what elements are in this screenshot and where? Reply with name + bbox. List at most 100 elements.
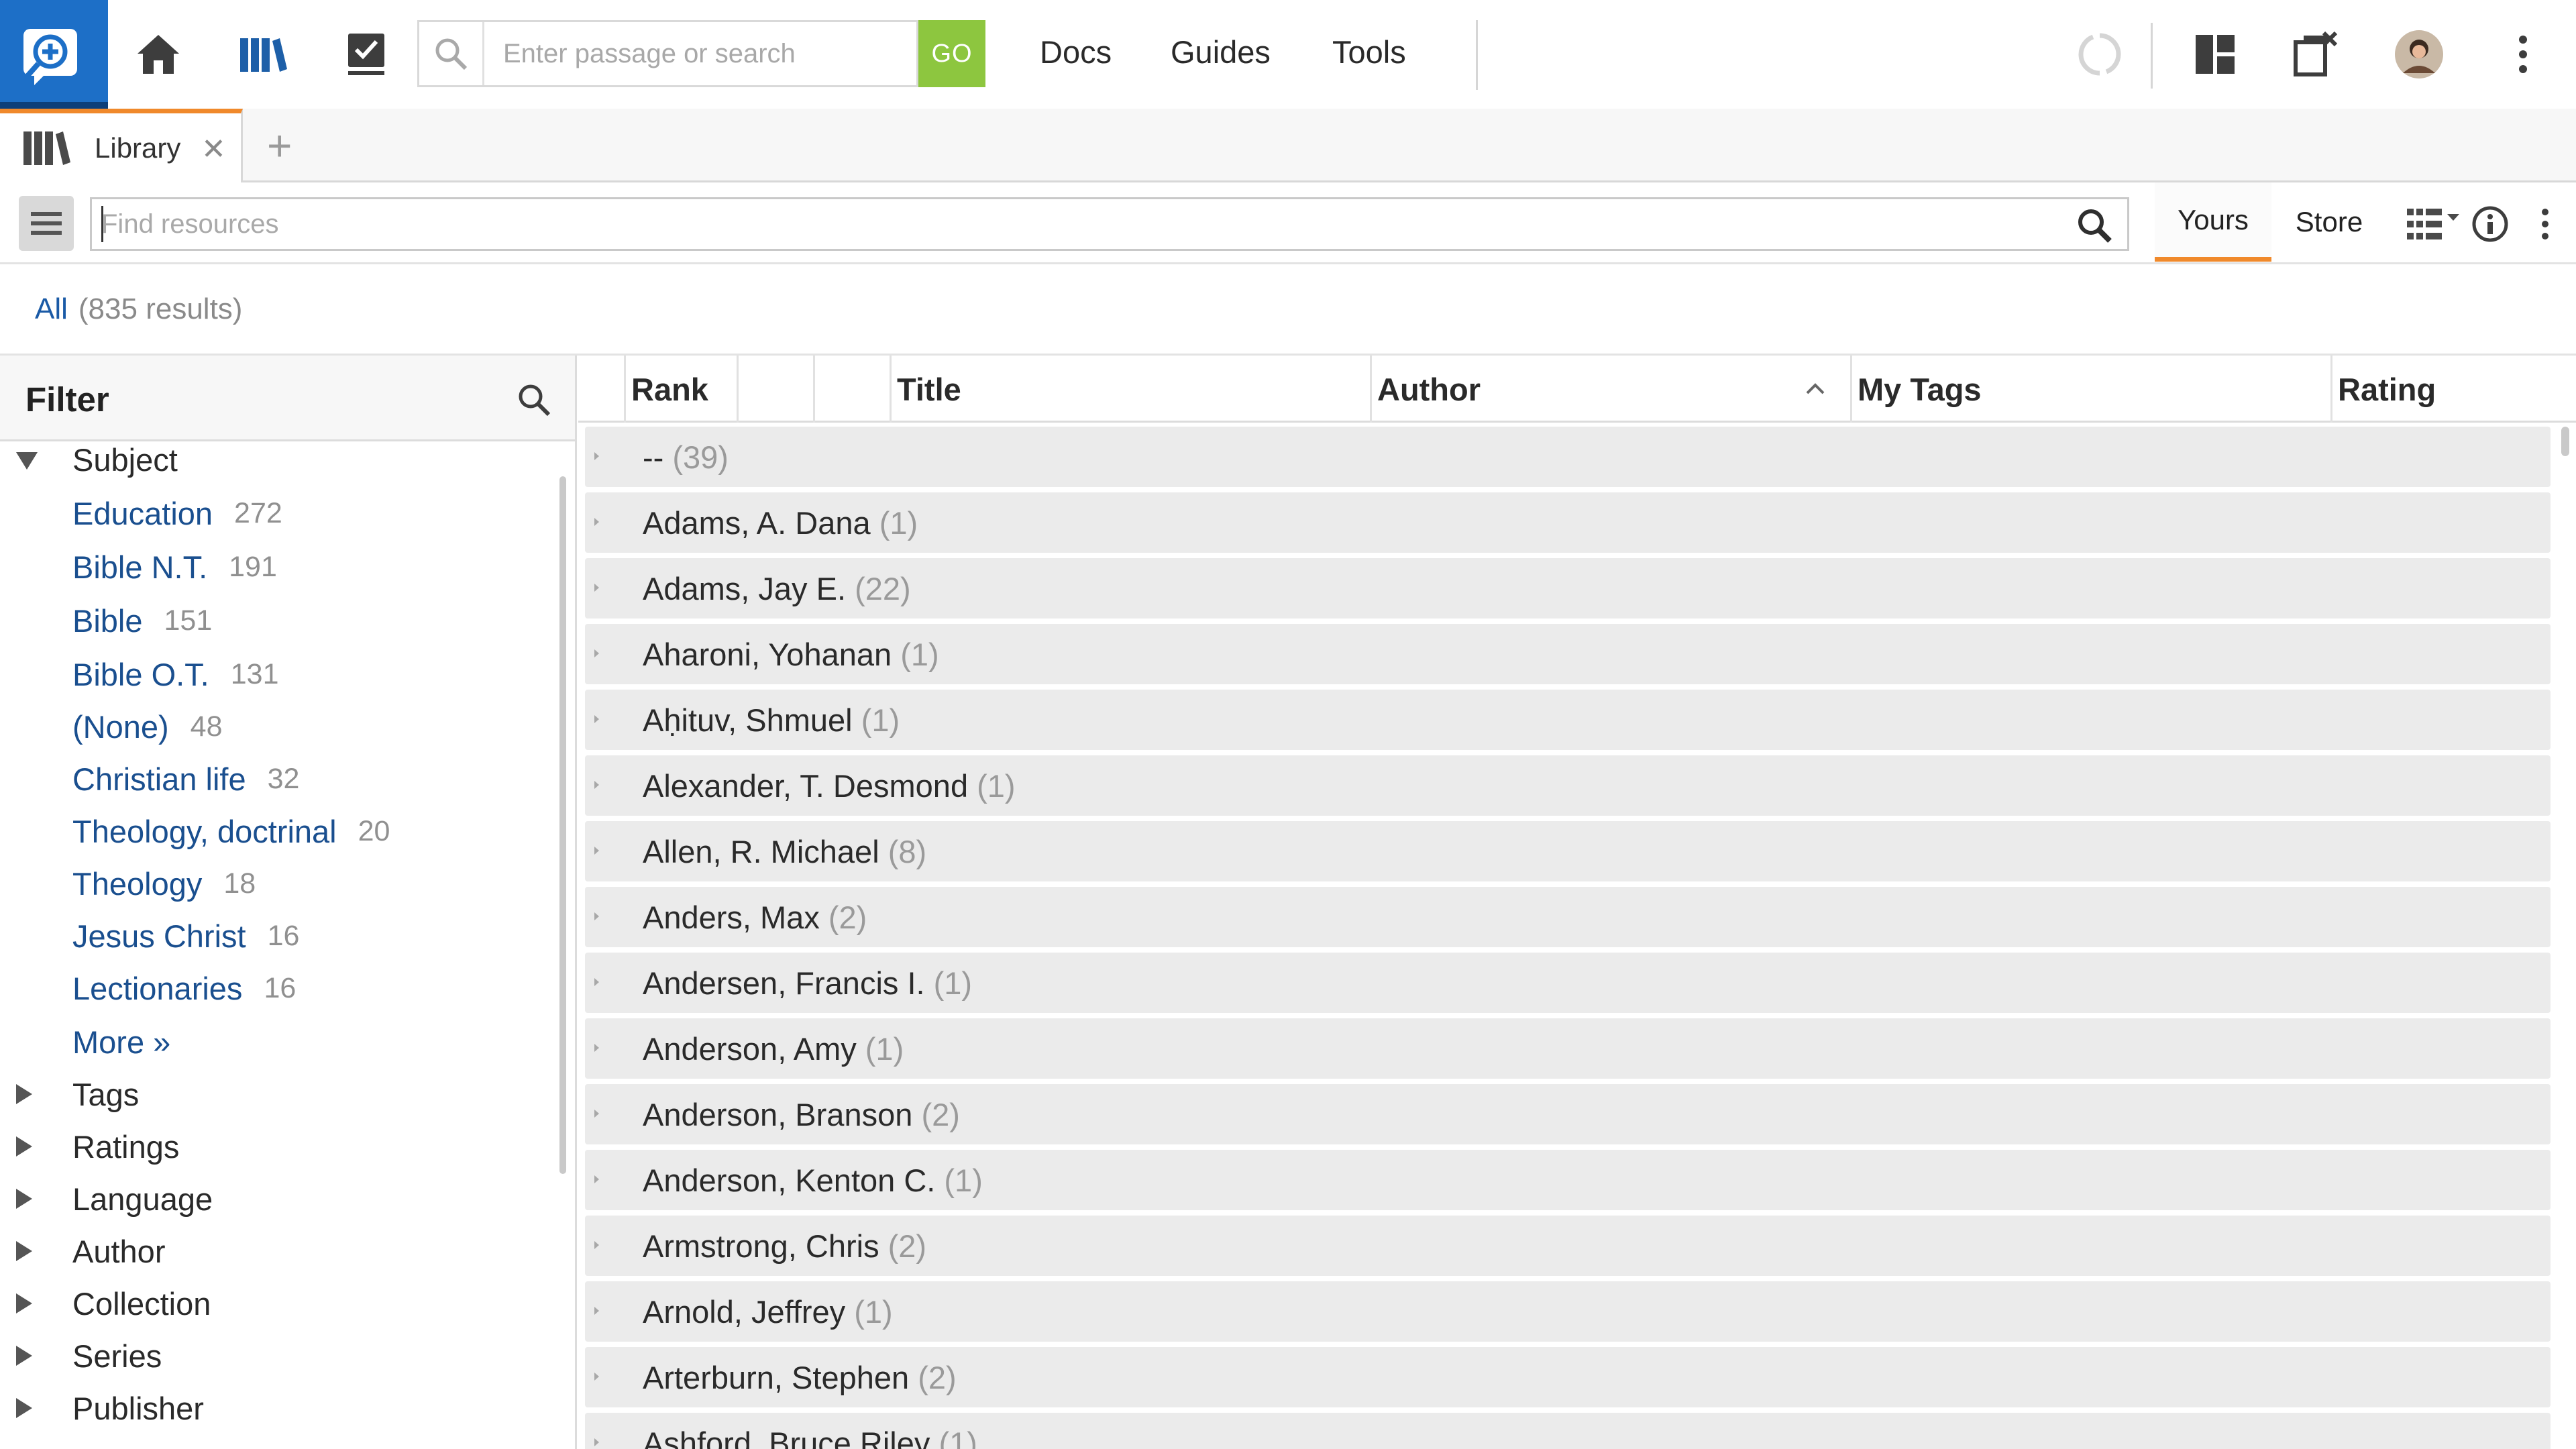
app-logo-button[interactable] [0, 0, 108, 109]
expand-arrow-icon [594, 1241, 599, 1249]
facet-label: Series [72, 1338, 162, 1374]
info-icon [2472, 206, 2508, 242]
author-group-row[interactable]: Adams, Jay E. (22) [585, 558, 2551, 619]
subject-count: 16 [267, 919, 300, 952]
author-count: (2) [828, 899, 867, 935]
author-count: (1) [900, 636, 939, 672]
author-group-row[interactable]: -- (39) [585, 427, 2551, 487]
results-summary: All (835 results) [0, 264, 2576, 356]
column-header-my-tags[interactable]: My Tags [1850, 356, 2330, 423]
subject-item[interactable]: Theology 18 [72, 860, 256, 907]
subject-item[interactable]: Christian life 32 [72, 755, 299, 802]
facet-label: Language [72, 1181, 213, 1217]
library-button[interactable] [236, 0, 290, 109]
library-more-button[interactable] [2532, 197, 2559, 251]
layouts-button[interactable] [2186, 0, 2245, 109]
column-header-author[interactable]: Author [1370, 356, 1850, 423]
user-avatar-button[interactable] [2392, 0, 2446, 109]
subject-name: Christian life [72, 761, 246, 797]
author-group-row[interactable]: Alexander, T. Desmond (1) [585, 755, 2551, 816]
go-button[interactable]: GO [918, 20, 985, 87]
tools-menu[interactable]: Tools [1332, 34, 1406, 70]
home-icon [138, 35, 179, 74]
add-tab-button[interactable]: + [267, 121, 292, 170]
author-group-row[interactable]: Arterburn, Stephen (2) [585, 1347, 2551, 1407]
author-name: Anderson, Kenton C. [643, 1162, 936, 1198]
author-group-row[interactable]: Aḥituv, Shmuel (1) [585, 690, 2551, 750]
author-group-row[interactable]: Anderson, Branson (2) [585, 1084, 2551, 1144]
passage-search-input[interactable] [484, 38, 914, 69]
view-options-button[interactable] [2404, 197, 2465, 251]
tab-store[interactable]: Store [2275, 182, 2383, 262]
subject-item[interactable]: Bible N.T. 191 [72, 543, 277, 590]
vertical-dots-icon [2519, 36, 2527, 73]
expand-arrow-icon [594, 912, 599, 920]
sidebar-menu-button[interactable] [19, 196, 74, 251]
author-name: Aḥituv, Shmuel [643, 702, 853, 738]
docs-menu[interactable]: Docs [1040, 34, 1112, 70]
column-header-rating[interactable]: Rating [2330, 356, 2545, 423]
author-name: Arnold, Jeffrey [643, 1293, 846, 1330]
info-button[interactable] [2471, 197, 2509, 251]
author-name: Allen, R. Michael [643, 833, 879, 869]
author-name: Ashford, Bruce Riley [643, 1425, 930, 1449]
subject-item[interactable]: Theology, doctrinal 20 [72, 808, 390, 855]
tab-yours[interactable]: Yours [2155, 182, 2271, 262]
author-count: (2) [921, 1096, 960, 1132]
list-view-dropdown-icon [2407, 209, 2459, 239]
expand-arrow-icon [16, 1084, 32, 1104]
find-resources-input[interactable] [92, 209, 2037, 239]
subject-item[interactable]: Lectionaries 16 [72, 965, 296, 1012]
more-options-button[interactable] [2506, 0, 2540, 109]
subject-item[interactable]: Bible 151 [72, 597, 212, 644]
search-icon[interactable] [2076, 207, 2112, 244]
close-all-panels-icon [2294, 31, 2338, 76]
column-header-blank-2[interactable] [813, 356, 890, 423]
author-group-row[interactable]: Adams, A. Dana (1) [585, 492, 2551, 553]
author-name: Anderson, Branson [643, 1096, 913, 1132]
guides-menu[interactable]: Guides [1171, 34, 1271, 70]
author-name: Arterburn, Stephen [643, 1359, 910, 1395]
expand-arrow-icon [16, 1398, 32, 1418]
expand-arrow-icon [16, 1136, 32, 1157]
tasks-button[interactable] [339, 0, 393, 109]
subject-item[interactable]: (None) 48 [72, 703, 223, 750]
tab-library[interactable]: Library ✕ [0, 109, 243, 182]
subject-more-link[interactable]: More » [72, 1024, 170, 1061]
subject-item[interactable]: Bible O.T. 131 [72, 651, 279, 698]
sync-button[interactable] [2073, 0, 2127, 109]
table-scrollbar[interactable] [2561, 427, 2569, 456]
subject-count: 48 [190, 710, 223, 743]
all-results-link[interactable]: All [35, 292, 68, 326]
author-group-row[interactable]: Andersen, Francis I. (1) [585, 953, 2551, 1013]
facet-label: Publisher [72, 1390, 204, 1426]
toolbar-divider-2 [2151, 23, 2153, 89]
author-group-row[interactable]: Armstrong, Chris (2) [585, 1216, 2551, 1276]
filter-search-icon[interactable] [517, 382, 551, 417]
author-group-row[interactable]: Arnold, Jeffrey (1) [585, 1281, 2551, 1342]
expand-arrow-icon [594, 1307, 599, 1315]
author-group-row[interactable]: Allen, R. Michael (8) [585, 821, 2551, 881]
home-button[interactable] [131, 0, 185, 109]
author-name: Armstrong, Chris [643, 1228, 879, 1264]
close-tab-icon[interactable]: ✕ [201, 132, 226, 166]
column-header-rank[interactable]: Rank [624, 356, 737, 423]
sort-ascending-icon [1806, 383, 1825, 394]
expand-arrow-icon [594, 452, 599, 460]
author-group-row[interactable]: Ashford, Bruce Riley (1) [585, 1413, 2551, 1449]
text-caret [101, 206, 103, 242]
filter-panel: Filter Subject Education 272 Bible N.T. 19… [0, 356, 577, 1449]
author-group-row[interactable]: Anders, Max (2) [585, 887, 2551, 947]
author-group-row[interactable]: Aharoni, Yohanan (1) [585, 624, 2551, 684]
author-group-row[interactable]: Anderson, Amy (1) [585, 1018, 2551, 1079]
facet-label: Collection [72, 1285, 211, 1322]
filter-scrollbar[interactable] [559, 476, 566, 1174]
expand-arrow-icon [594, 1175, 599, 1183]
author-count: (8) [888, 833, 927, 869]
subject-item[interactable]: Education 272 [72, 490, 282, 537]
column-header-blank-1[interactable] [737, 356, 813, 423]
close-panels-button[interactable] [2286, 0, 2345, 109]
subject-item[interactable]: Jesus Christ 16 [72, 912, 299, 959]
author-group-row[interactable]: Anderson, Kenton C. (1) [585, 1150, 2551, 1210]
column-header-title[interactable]: Title [890, 356, 1370, 423]
